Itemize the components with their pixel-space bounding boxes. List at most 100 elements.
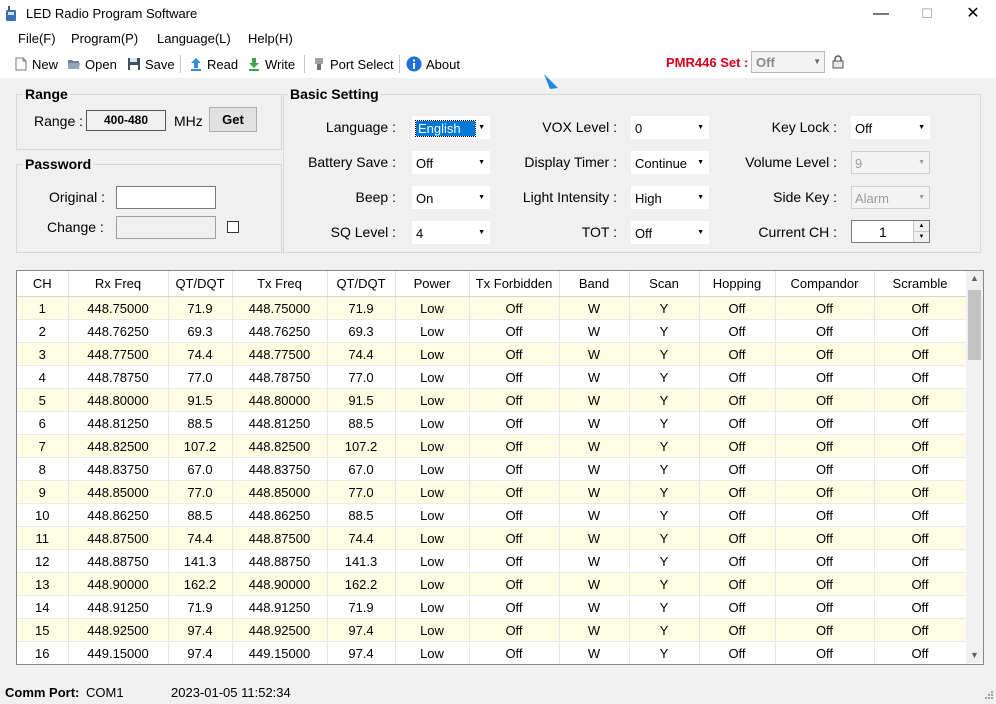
table-cell[interactable]: 97.4: [327, 641, 396, 664]
table-cell[interactable]: Off: [469, 365, 560, 389]
table-cell[interactable]: Low: [395, 296, 470, 320]
table-cell[interactable]: 448.85000: [68, 480, 169, 504]
table-cell[interactable]: Y: [629, 457, 700, 481]
table-cell[interactable]: Off: [874, 503, 967, 527]
table-cell[interactable]: 88.5: [168, 503, 233, 527]
table-cell[interactable]: W: [559, 296, 630, 320]
table-cell[interactable]: 88.5: [327, 411, 396, 435]
table-cell[interactable]: Off: [775, 342, 875, 366]
menu-program[interactable]: Program(P): [71, 31, 138, 46]
table-row[interactable]: 11 448.87500 74.4 448.87500 74.4 Low Off W Y Off O…: [17, 526, 967, 550]
scroll-up-icon[interactable]: ▲: [966, 273, 983, 283]
table-cell[interactable]: Off: [775, 641, 875, 664]
port-select-button[interactable]: Port Select: [312, 55, 394, 73]
table-cell[interactable]: Off: [469, 641, 560, 664]
table-cell[interactable]: 3: [17, 342, 69, 366]
table-cell[interactable]: W: [559, 549, 630, 573]
table-cell[interactable]: Off: [775, 595, 875, 619]
table-cell[interactable]: Off: [469, 480, 560, 504]
table-cell[interactable]: 1: [17, 296, 69, 320]
grid-column-header[interactable]: Hopping: [699, 271, 776, 297]
table-cell[interactable]: 77.0: [327, 480, 396, 504]
table-cell[interactable]: Off: [874, 572, 967, 596]
table-cell[interactable]: 13: [17, 572, 69, 596]
table-cell[interactable]: 69.3: [168, 319, 233, 343]
save-button[interactable]: Save: [127, 55, 175, 73]
about-button[interactable]: About: [406, 55, 460, 73]
grid-column-header[interactable]: Scramble: [874, 271, 967, 297]
table-row[interactable]: 6 448.81250 88.5 448.81250 88.5 Low Off W Y Off Of…: [17, 411, 967, 435]
table-cell[interactable]: Off: [469, 434, 560, 458]
table-cell[interactable]: 448.81250: [68, 411, 169, 435]
table-cell[interactable]: Off: [699, 641, 776, 664]
table-cell[interactable]: 10: [17, 503, 69, 527]
table-cell[interactable]: W: [559, 595, 630, 619]
table-cell[interactable]: Off: [699, 342, 776, 366]
table-cell[interactable]: Off: [469, 342, 560, 366]
table-cell[interactable]: 2: [17, 319, 69, 343]
table-row[interactable]: 9 448.85000 77.0 448.85000 77.0 Low Off W Y Off Of…: [17, 480, 967, 504]
table-cell[interactable]: 4: [17, 365, 69, 389]
table-cell[interactable]: Off: [874, 526, 967, 550]
table-cell[interactable]: 88.5: [168, 411, 233, 435]
table-cell[interactable]: Off: [874, 296, 967, 320]
table-row[interactable]: 14 448.91250 71.9 448.91250 71.9 Low Off W Y Off O…: [17, 595, 967, 619]
table-cell[interactable]: 107.2: [327, 434, 396, 458]
table-cell[interactable]: Off: [699, 434, 776, 458]
table-cell[interactable]: Off: [874, 457, 967, 481]
table-cell[interactable]: 162.2: [168, 572, 233, 596]
table-cell[interactable]: 91.5: [168, 388, 233, 412]
table-cell[interactable]: W: [559, 503, 630, 527]
table-cell[interactable]: Off: [699, 365, 776, 389]
table-cell[interactable]: 449.15000: [68, 641, 169, 664]
table-cell[interactable]: 16: [17, 641, 69, 664]
table-row[interactable]: 16 449.15000 97.4 449.15000 97.4 Low Off W Y Off O…: [17, 641, 967, 664]
table-cell[interactable]: W: [559, 457, 630, 481]
current-ch-spinner[interactable]: 1 ▲ ▼: [851, 220, 930, 243]
table-cell[interactable]: Off: [775, 388, 875, 412]
table-cell[interactable]: 448.76250: [232, 319, 328, 343]
table-cell[interactable]: Low: [395, 572, 470, 596]
table-cell[interactable]: 448.86250: [68, 503, 169, 527]
table-cell[interactable]: Y: [629, 411, 700, 435]
table-cell[interactable]: Y: [629, 434, 700, 458]
open-button[interactable]: Open: [67, 55, 117, 73]
table-cell[interactable]: Off: [699, 388, 776, 412]
beep-select[interactable]: On ▼: [412, 186, 490, 209]
grid-column-header[interactable]: Tx Freq: [232, 271, 328, 297]
sq-level-select[interactable]: 4 ▼: [412, 221, 490, 244]
table-cell[interactable]: Off: [775, 618, 875, 642]
table-row[interactable]: 5 448.80000 91.5 448.80000 91.5 Low Off W Y Off Of…: [17, 388, 967, 412]
table-cell[interactable]: 77.0: [168, 365, 233, 389]
vox-level-select[interactable]: 0 ▼: [631, 116, 709, 139]
table-cell[interactable]: Off: [469, 388, 560, 412]
original-password-input[interactable]: [116, 186, 216, 209]
table-cell[interactable]: Off: [775, 434, 875, 458]
table-cell[interactable]: 9: [17, 480, 69, 504]
table-cell[interactable]: W: [559, 641, 630, 664]
table-cell[interactable]: Y: [629, 388, 700, 412]
table-cell[interactable]: Low: [395, 388, 470, 412]
table-cell[interactable]: Off: [469, 549, 560, 573]
spinner-up-icon[interactable]: ▲: [913, 221, 929, 232]
table-cell[interactable]: Off: [775, 296, 875, 320]
grid-column-header[interactable]: CH: [17, 271, 69, 297]
grid-column-header[interactable]: Compandor: [775, 271, 875, 297]
table-cell[interactable]: Low: [395, 526, 470, 550]
table-cell[interactable]: Y: [629, 526, 700, 550]
pmr446-select[interactable]: Off ▼: [751, 51, 825, 73]
battery-save-select[interactable]: Off ▼: [412, 151, 490, 174]
table-cell[interactable]: Y: [629, 503, 700, 527]
get-button[interactable]: Get: [209, 107, 257, 132]
table-cell[interactable]: 7: [17, 434, 69, 458]
table-cell[interactable]: Off: [469, 296, 560, 320]
channel-grid[interactable]: CH Rx Freq QT/DQT Tx Freq QT/DQT Power Tx Forb…: [16, 270, 984, 665]
table-cell[interactable]: 97.4: [168, 641, 233, 664]
table-cell[interactable]: Off: [699, 480, 776, 504]
table-cell[interactable]: 448.81250: [232, 411, 328, 435]
table-cell[interactable]: Off: [775, 457, 875, 481]
table-row[interactable]: 1 448.75000 71.9 448.75000 71.9 Low Off W Y Off Of…: [17, 296, 967, 320]
table-row[interactable]: 2 448.76250 69.3 448.76250 69.3 Low Off W Y Off Of…: [17, 319, 967, 343]
table-cell[interactable]: 448.78750: [232, 365, 328, 389]
table-cell[interactable]: 5: [17, 388, 69, 412]
